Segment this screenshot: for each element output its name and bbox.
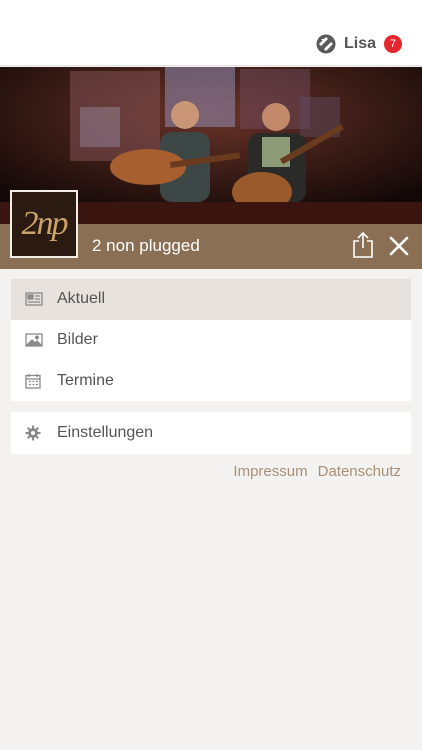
menu-item-bilder[interactable]: Bilder (11, 320, 411, 361)
band-logo-text: 2np (21, 205, 69, 242)
share-icon[interactable] (352, 231, 374, 258)
menu-item-einstellungen[interactable]: Einstellungen (11, 412, 411, 454)
user-name[interactable]: Lisa (344, 35, 376, 53)
menu-item-label: Aktuell (57, 290, 106, 308)
impressum-link[interactable]: Impressum (233, 463, 307, 480)
footer-links: Impressum Datenschutz (233, 463, 401, 480)
newspaper-icon (25, 291, 43, 307)
image-icon (25, 332, 43, 348)
band-logo: 2np (10, 190, 78, 258)
menu-item-label: Bilder (57, 331, 98, 349)
top-bar: Lisa 7 (0, 0, 422, 66)
menu-item-termine[interactable]: Termine (11, 360, 411, 401)
band-name: 2 non plugged (92, 236, 200, 255)
settings-label: Einstellungen (57, 424, 154, 441)
menu-item-label: Termine (57, 371, 114, 389)
gear-icon (25, 425, 41, 441)
datenschutz-link[interactable]: Datenschutz (318, 463, 401, 480)
close-icon[interactable] (388, 235, 410, 257)
menu-item-aktuell[interactable]: Aktuell (11, 279, 411, 320)
main-menu: Aktuell Bilder Termine (11, 279, 411, 402)
notification-badge[interactable]: 7 (384, 35, 402, 53)
user-profile[interactable]: Lisa 7 (316, 32, 402, 56)
user-avatar-icon (316, 34, 336, 54)
calendar-icon (25, 373, 41, 389)
